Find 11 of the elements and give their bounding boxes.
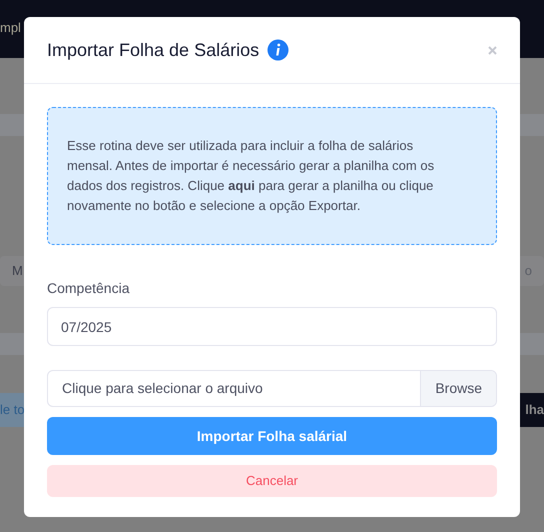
competencia-field[interactable]: 07/2025: [47, 307, 497, 346]
import-button[interactable]: Importar Folha salárial: [47, 417, 497, 455]
header-text: mpl: [0, 19, 21, 37]
info-text: Esse rotina deve ser utilizada para incluir a folha de salários mensal. Antes de importar é necessário gerar a planilha com os dados dos registros. Clique aqui para gerar a planilha ou clique novamente no botão e selecione a opção Exportar.: [67, 137, 436, 215]
field-label: Competência: [47, 279, 130, 298]
dialog-title: Importar Folha de Salários: [47, 38, 260, 62]
cancel-button[interactable]: Cancelar: [47, 465, 497, 497]
browse-button[interactable]: Browse: [420, 371, 496, 406]
file-placeholder: Clique para selecionar o arquivo: [61, 379, 264, 398]
file-field[interactable]: Clique para selecionar o arquivo Browse: [47, 370, 497, 407]
info-icon[interactable]: [267, 39, 290, 61]
